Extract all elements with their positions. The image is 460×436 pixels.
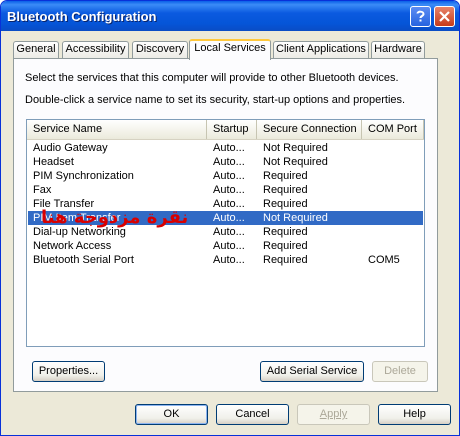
list-item[interactable]: Fax Auto... Required (28, 183, 423, 197)
title-bar[interactable]: Bluetooth Configuration (1, 1, 459, 31)
service-secure: Required (263, 170, 308, 182)
list-item[interactable]: Bluetooth Serial Port Auto... Required C… (28, 253, 423, 267)
service-secure: Not Required (263, 212, 328, 224)
service-startup: Auto... (213, 184, 245, 196)
description-line-1: Select the services that this computer w… (25, 72, 399, 84)
service-startup: Auto... (213, 226, 245, 238)
close-title-button[interactable] (434, 6, 455, 27)
cancel-button[interactable]: Cancel (216, 404, 289, 425)
service-secure: Required (263, 198, 308, 210)
list-item[interactable]: Network Access Auto... Required (28, 239, 423, 253)
column-header-com-port[interactable]: COM Port (362, 120, 424, 139)
service-startup: Auto... (213, 254, 245, 266)
service-startup: Auto... (213, 212, 245, 224)
service-startup: Auto... (213, 170, 245, 182)
service-startup: Auto... (213, 142, 245, 154)
service-name: Bluetooth Serial Port (33, 254, 134, 266)
description-line-2: Double-click a service name to set its s… (25, 94, 406, 106)
tab-hardware[interactable]: Hardware (371, 41, 425, 58)
dialog-window: Bluetooth Configuration General Accessib… (0, 0, 460, 436)
close-icon (439, 11, 450, 22)
list-item[interactable]: Headset Auto... Not Required (28, 155, 423, 169)
service-secure: Required (263, 240, 308, 252)
list-item[interactable]: Audio Gateway Auto... Not Required (28, 141, 423, 155)
properties-button[interactable]: Properties... (32, 361, 105, 382)
service-name: Audio Gateway (33, 142, 108, 154)
service-startup: Auto... (213, 156, 245, 168)
service-name: Network Access (33, 240, 112, 252)
service-secure: Required (263, 184, 308, 196)
tab-accessibility[interactable]: Accessibility (62, 41, 129, 58)
list-header: Service Name Startup Secure Connection C… (27, 120, 424, 140)
tab-discovery[interactable]: Discovery (132, 41, 188, 58)
service-startup: Auto... (213, 198, 245, 210)
tab-general[interactable]: General (13, 41, 59, 58)
service-com-port: COM5 (368, 254, 400, 266)
column-header-service-name[interactable]: Service Name (27, 120, 207, 139)
service-secure: Required (263, 226, 308, 238)
service-secure: Not Required (263, 156, 328, 168)
ok-button[interactable]: OK (135, 404, 208, 425)
overlay-annotation-text: نقرة مزدوجة هنا (41, 207, 189, 228)
service-name: Fax (33, 184, 52, 196)
delete-button[interactable]: Delete (372, 361, 428, 382)
window-title: Bluetooth Configuration (7, 9, 157, 24)
service-name: PIM Synchronization (33, 170, 134, 182)
add-serial-service-button[interactable]: Add Serial Service (260, 361, 364, 382)
question-icon (416, 10, 425, 22)
apply-button[interactable]: Apply (297, 404, 370, 425)
tab-local-services[interactable]: Local Services (189, 39, 271, 60)
tab-client-applications[interactable]: Client Applications (273, 41, 369, 58)
service-secure: Required (263, 254, 308, 266)
help-title-button[interactable] (410, 6, 431, 27)
column-header-secure-connection[interactable]: Secure Connection (257, 120, 362, 139)
service-name: Headset (33, 156, 74, 168)
list-item[interactable]: PIM Synchronization Auto... Required (28, 169, 423, 183)
services-list[interactable]: Service Name Startup Secure Connection C… (26, 119, 425, 347)
service-startup: Auto... (213, 240, 245, 252)
service-secure: Not Required (263, 142, 328, 154)
column-header-startup[interactable]: Startup (207, 120, 257, 139)
help-button[interactable]: Help (378, 404, 451, 425)
